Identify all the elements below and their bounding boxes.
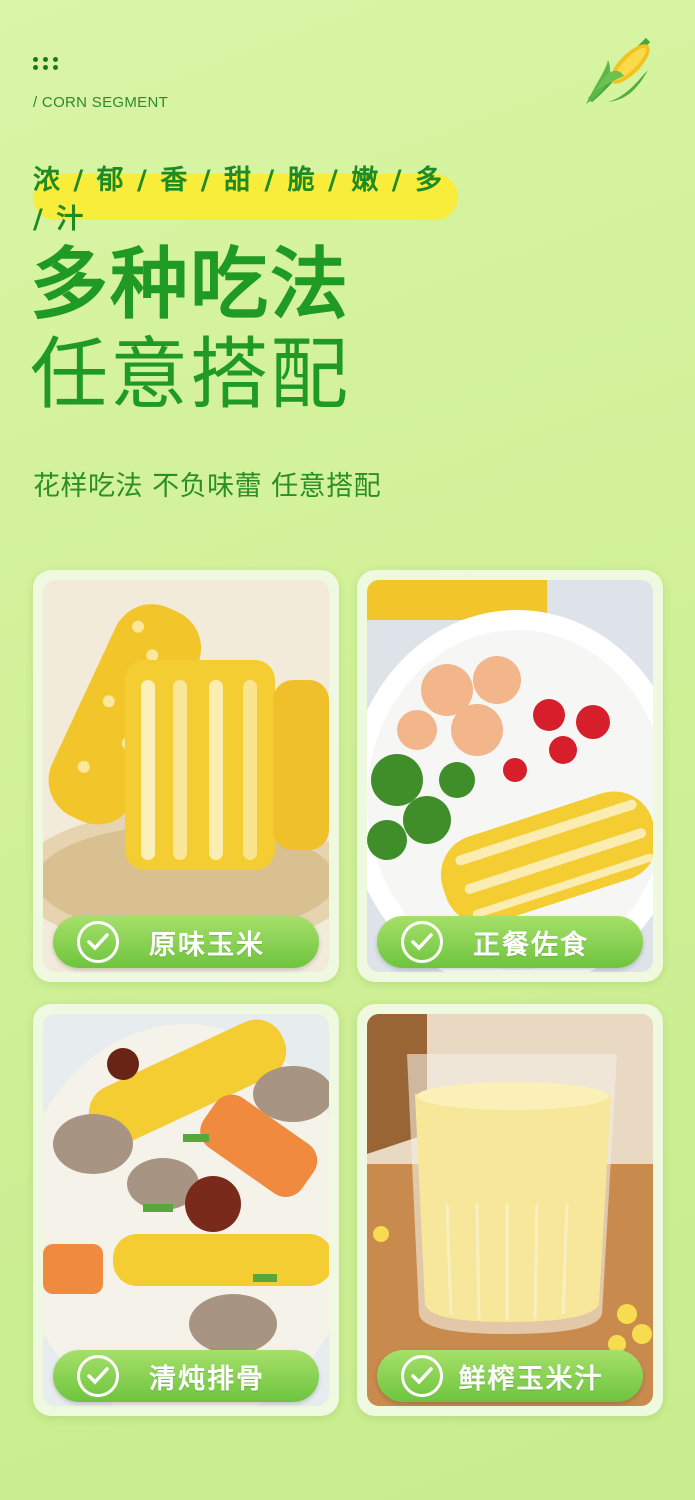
check-icon: [77, 1355, 119, 1397]
meal-side-photo: [367, 580, 653, 972]
check-icon: [77, 921, 119, 963]
tag-banner: 浓 / 郁 / 香 / 甜 / 脆 / 嫩 / 多 / 汁: [33, 165, 458, 235]
card-meal-side[interactable]: 正餐佐食: [357, 570, 663, 982]
label-plain-corn: 原味玉米: [53, 916, 319, 968]
check-icon: [401, 1355, 443, 1397]
label-corn-juice: 鲜榨玉米汁: [377, 1350, 643, 1402]
card-corn-juice[interactable]: 鲜榨玉米汁: [357, 1004, 663, 1416]
tag-banner-text: 浓 / 郁 / 香 / 甜 / 脆 / 嫩 / 多 / 汁: [33, 165, 444, 235]
label-corn-juice-text: 鲜榨玉米汁: [458, 1363, 604, 1395]
menu-dots-icon: [33, 57, 59, 71]
plain-corn-photo: [43, 580, 329, 972]
corn-icon: [586, 37, 651, 104]
check-icon: [401, 921, 443, 963]
card-rib-soup[interactable]: 清炖排骨: [33, 1004, 339, 1416]
label-rib-soup-text: 清炖排骨: [149, 1363, 265, 1395]
label-meal-side-text: 正餐佐食: [473, 929, 589, 961]
page: / CORN SEGMENT 浓 / 郁 / 香 / 甜 / 脆 / 嫩 / 多…: [0, 0, 695, 1500]
corn-juice-photo: [367, 1014, 653, 1406]
label-meal-side: 正餐佐食: [377, 916, 643, 968]
label-rib-soup: 清炖排骨: [53, 1350, 319, 1402]
card-plain-corn[interactable]: 原味玉米: [33, 570, 339, 982]
rib-soup-photo: [43, 1014, 329, 1406]
page-subtitle: 花样吃法 不负味蕾 任意搭配: [33, 471, 382, 502]
page-title-line1: 多种吃法: [30, 240, 351, 330]
section-label: / CORN SEGMENT: [33, 94, 169, 111]
label-plain-corn-text: 原味玉米: [149, 929, 265, 961]
page-title-line2: 任意搭配: [30, 330, 351, 420]
